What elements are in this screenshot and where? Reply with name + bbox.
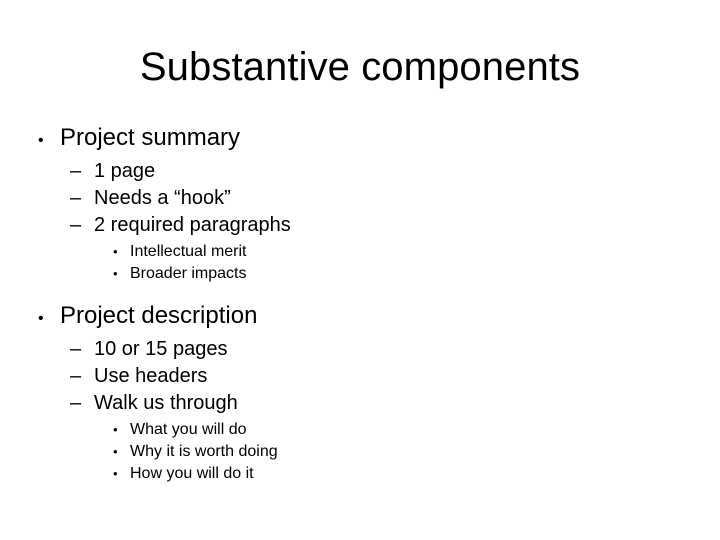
list-item-level3[interactable]: • Why it is worth doing	[0, 441, 720, 463]
bullet-dot-icon: •	[113, 422, 118, 437]
list-item-label: 1 page	[94, 160, 156, 182]
list-item-label: How you will do it	[130, 465, 254, 482]
list-item-label: Project description	[60, 302, 258, 329]
list-item-level3[interactable]: • What you will do	[0, 419, 720, 441]
list-item-label: Walk us through	[94, 392, 238, 414]
list-item-level3[interactable]: • Intellectual merit	[0, 241, 720, 263]
list-item-label: Why it is worth doing	[130, 443, 278, 460]
list-item-label: Broader impacts	[130, 265, 247, 282]
list-item-level3[interactable]: • How you will do it	[0, 463, 720, 485]
bullet-dot-icon: •	[38, 132, 44, 149]
list-item-label: Needs a “hook”	[94, 187, 231, 209]
bullet-dash-icon: –	[70, 392, 82, 414]
list-item-label: Project summary	[60, 124, 241, 151]
list-item-label: 2 required paragraphs	[94, 214, 291, 236]
bullet-dash-icon: –	[70, 160, 82, 182]
list-item-level2[interactable]: – Walk us through	[0, 390, 720, 417]
list-item-label: Intellectual merit	[130, 243, 247, 260]
list-item-level1[interactable]: • Project summary	[0, 123, 720, 156]
slide-body: • Project summary – 1 page – Needs a “ho…	[0, 123, 720, 485]
list-item-level2[interactable]: – Needs a “hook”	[0, 185, 720, 212]
list-item-level2[interactable]: – 2 required paragraphs	[0, 212, 720, 239]
bullet-dash-icon: –	[70, 214, 82, 236]
slide: Substantive components • Project summary…	[0, 0, 720, 540]
bullet-dot-icon: •	[113, 244, 118, 259]
list-item-level2[interactable]: – Use headers	[0, 363, 720, 390]
bullet-dash-icon: –	[70, 187, 82, 209]
list-item-label: Use headers	[94, 365, 208, 387]
bullet-dot-icon: •	[113, 266, 118, 281]
list-item-label: What you will do	[130, 421, 247, 438]
list-item-level1[interactable]: • Project description	[0, 301, 720, 334]
bullet-dot-icon: •	[38, 310, 44, 327]
bullet-dash-icon: –	[70, 338, 82, 360]
page-title: Substantive components	[139, 45, 581, 89]
list-item-level3[interactable]: • Broader impacts	[0, 263, 720, 285]
bullet-dot-icon: •	[113, 466, 118, 481]
list-item-label: 10 or 15 pages	[94, 338, 228, 360]
bullet-dash-icon: –	[70, 365, 82, 387]
bullet-dot-icon: •	[113, 444, 118, 459]
list-item-level2[interactable]: – 10 or 15 pages	[0, 336, 720, 363]
list-item-level2[interactable]: – 1 page	[0, 158, 720, 185]
